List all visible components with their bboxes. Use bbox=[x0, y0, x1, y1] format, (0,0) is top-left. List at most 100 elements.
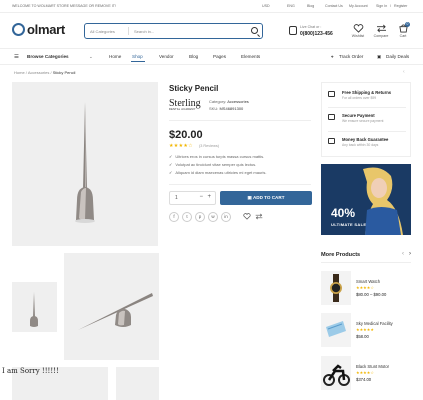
cart-label[interactable]: Cart bbox=[391, 34, 415, 38]
product-image[interactable] bbox=[321, 356, 351, 390]
sku-label: SKU: bbox=[209, 106, 219, 111]
link-signin[interactable]: Sign In bbox=[376, 4, 387, 8]
highlight-item: ✓ Volutpat ac tincidunt vitae semper quis… bbox=[169, 162, 257, 167]
twitter-icon[interactable]: t bbox=[182, 212, 192, 222]
search-separator bbox=[128, 27, 129, 35]
nav-elements[interactable]: Elements bbox=[241, 54, 260, 59]
phone-icon bbox=[289, 26, 297, 35]
product-nav-arrows[interactable]: ‹ bbox=[403, 69, 405, 75]
pinterest-icon[interactable]: p bbox=[195, 212, 205, 222]
product-name[interactable]: Smart Watch bbox=[356, 279, 380, 284]
sku-row: SKU: MS46891300 bbox=[209, 106, 243, 111]
divider bbox=[169, 184, 311, 185]
watch-icon bbox=[330, 274, 342, 302]
compare-icon[interactable] bbox=[376, 24, 387, 33]
sku-value: MS46891300 bbox=[219, 106, 244, 111]
highlight-item: ✓ Ultrices eros in cursus turpis massa cu… bbox=[169, 154, 265, 159]
compare-label[interactable]: Compare bbox=[369, 34, 393, 38]
product-price: $20.00 bbox=[169, 129, 203, 141]
daily-deals-link[interactable]: Daily Deals bbox=[386, 54, 409, 59]
nav-home[interactable]: Home bbox=[109, 54, 121, 59]
compare-product-icon[interactable] bbox=[255, 213, 263, 220]
deals-icon: ▣ bbox=[377, 54, 382, 59]
check-icon: ✓ bbox=[169, 154, 173, 159]
payment-icon bbox=[328, 114, 335, 120]
nav-shop[interactable]: Shop bbox=[132, 54, 143, 59]
linkedin-icon[interactable]: in bbox=[221, 212, 231, 222]
check-icon: ✓ bbox=[169, 170, 173, 175]
product-title: Sticky Pencil bbox=[169, 84, 219, 93]
overlay-message: I am Sorry !!!!!! bbox=[2, 367, 59, 375]
product-highlights: ✓ Ultrices eros in cursus turpis massa cu… bbox=[169, 154, 267, 178]
banner-discount: 40% bbox=[331, 206, 356, 220]
add-to-cart-button[interactable]: ▣ ADD TO CART bbox=[220, 191, 312, 205]
language-select[interactable]: ENG bbox=[287, 4, 295, 8]
motorbike-icon bbox=[323, 364, 350, 386]
link-blog[interactable]: Blog bbox=[307, 4, 314, 8]
search-input[interactable]: Search in... bbox=[134, 29, 154, 34]
category-value[interactable]: Accessories bbox=[227, 99, 249, 104]
welcome-message: WELCOME TO WOLMART STORE MESSAGE OR REMO… bbox=[12, 4, 116, 8]
rating-stars: ★★★★☆ bbox=[169, 143, 193, 149]
category-label: Category: bbox=[209, 99, 227, 104]
breadcrumb-current: Sticky Pencil bbox=[52, 70, 76, 75]
next-arrow-icon[interactable]: › bbox=[409, 251, 411, 257]
breadcrumb-home[interactable]: Home bbox=[14, 70, 25, 75]
review-count[interactable]: (3 Reviews) bbox=[199, 144, 219, 148]
breadcrumb-category[interactable]: Accessories bbox=[28, 70, 50, 75]
quantity-plus-button[interactable]: + bbox=[207, 194, 211, 200]
nav-blog[interactable]: Blog bbox=[189, 54, 198, 59]
product-image[interactable] bbox=[321, 271, 351, 305]
divider bbox=[328, 107, 406, 108]
service-features: Free Shipping & Returns For all orders o… bbox=[321, 82, 411, 157]
product-price: $58.00 bbox=[356, 334, 369, 339]
wishlist-label[interactable]: Wishlist bbox=[346, 34, 370, 38]
product-main-image[interactable] bbox=[12, 82, 158, 246]
nav-vendor[interactable]: Vendor bbox=[159, 54, 174, 59]
category-row: Category: Accessories bbox=[209, 99, 249, 104]
logo-text[interactable]: olmart bbox=[27, 22, 65, 37]
product-image[interactable] bbox=[321, 313, 351, 347]
quantity-minus-button[interactable]: − bbox=[199, 194, 203, 200]
browse-categories[interactable]: Browse Categories bbox=[27, 54, 69, 59]
product-name[interactable]: Sky Medical Facility bbox=[356, 321, 393, 326]
search-bar: All Categories Search in... bbox=[84, 23, 263, 39]
logo-icon[interactable] bbox=[12, 23, 25, 36]
product-image-2[interactable] bbox=[64, 253, 159, 360]
quantity-stepper: 1 − + bbox=[169, 191, 216, 205]
whatsapp-icon[interactable]: w bbox=[208, 212, 218, 222]
active-nav-underline bbox=[131, 61, 145, 62]
banner-subtitle: ULTIMATE SALE bbox=[331, 222, 367, 227]
medical-device-icon bbox=[326, 321, 346, 337]
link-account[interactable]: My Account bbox=[349, 4, 368, 8]
search-icon[interactable] bbox=[251, 27, 258, 34]
link-register[interactable]: Register bbox=[394, 4, 407, 8]
product-name[interactable]: Black Stunt Motor bbox=[356, 364, 389, 369]
product-rating: ★★★★☆ bbox=[356, 285, 374, 290]
nav-pages[interactable]: Pages bbox=[213, 54, 226, 59]
currency-select[interactable]: USD bbox=[262, 4, 270, 8]
divider bbox=[169, 120, 311, 121]
top-bar: WELCOME TO WOLMART STORE MESSAGE OR REMO… bbox=[0, 0, 423, 13]
brand-logo[interactable]: Sterling DENTAL ACADEMY bbox=[169, 98, 203, 112]
link-separator: / bbox=[390, 4, 391, 8]
search-category-select[interactable]: All Categories bbox=[90, 29, 115, 34]
pencil-lying-image bbox=[78, 293, 153, 330]
browse-menu-icon[interactable]: ☰ bbox=[14, 54, 19, 60]
phone-number[interactable]: 0(800)123-456 bbox=[300, 31, 333, 37]
more-products-title: More Products bbox=[321, 252, 361, 258]
link-contact[interactable]: Contact Us bbox=[325, 4, 343, 8]
product-thumbnail-1[interactable] bbox=[12, 282, 57, 332]
track-order-link[interactable]: Track Order bbox=[339, 54, 363, 59]
facebook-icon[interactable]: f bbox=[169, 212, 179, 222]
quantity-input[interactable]: 1 bbox=[175, 195, 178, 201]
prev-arrow-icon[interactable]: ‹ bbox=[402, 251, 404, 257]
heart-icon[interactable] bbox=[353, 24, 364, 33]
chevron-down-icon: ⌄ bbox=[89, 54, 93, 59]
live-chat-label[interactable]: Live Chat or : bbox=[300, 25, 321, 29]
divider bbox=[328, 131, 406, 132]
product-image-4[interactable] bbox=[116, 367, 159, 400]
wishlist-heart-icon[interactable] bbox=[243, 213, 251, 220]
breadcrumb: Home / Accessories / Sticky Pencil bbox=[14, 70, 75, 75]
product-rating: ★★★★☆ bbox=[356, 370, 374, 375]
